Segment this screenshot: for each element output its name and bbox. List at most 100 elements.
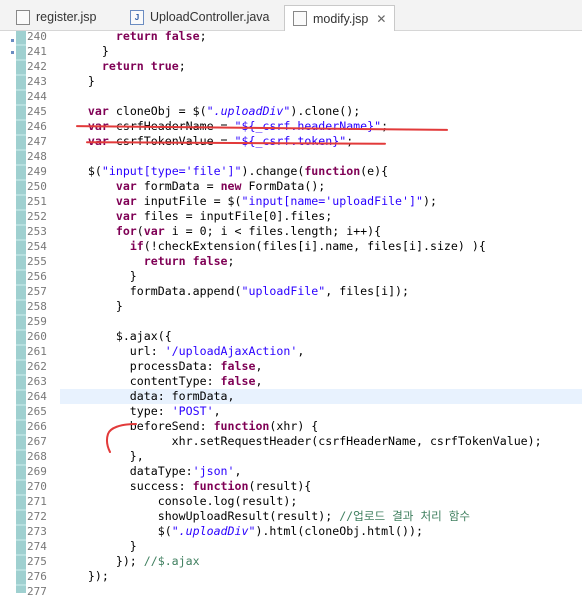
code-text: dataType:'json', — [60, 464, 242, 479]
code-token: (e){ — [360, 164, 389, 178]
code-line[interactable]: 271 console.log(result); — [0, 494, 582, 509]
code-line[interactable]: 261 url: '/uploadAjaxAction', — [0, 344, 582, 359]
code-text: showUploadResult(result); //업로드 결과 처리 함수 — [60, 509, 470, 524]
tab-register-jsp[interactable]: register.jsp — [8, 5, 104, 29]
code-line[interactable]: 240 return false; — [0, 29, 582, 44]
code-token: i = 0; i < files.length; i++){ — [164, 224, 382, 238]
code-line[interactable]: 255 return false; — [0, 254, 582, 269]
code-text: for(var i = 0; i < files.length; i++){ — [60, 224, 381, 239]
code-line[interactable]: 268 }, — [0, 449, 582, 464]
code-line[interactable]: 251 var inputFile = $("input[name='uploa… — [0, 194, 582, 209]
code-token: contentType: — [60, 374, 221, 388]
code-token: ".uploadDiv" — [171, 524, 256, 538]
code-token: false — [220, 359, 256, 373]
code-text: url: '/uploadAjaxAction', — [60, 344, 305, 359]
code-text: } — [60, 74, 95, 89]
line-number: 260 — [27, 330, 47, 343]
line-number: 242 — [27, 60, 47, 73]
code-token: false — [164, 29, 200, 43]
code-token: var — [115, 179, 137, 193]
line-number: 245 — [27, 105, 47, 118]
close-icon[interactable]: ✕ — [376, 12, 386, 26]
code-line[interactable]: 248 — [0, 149, 582, 164]
code-text: if(!checkExtension(files[i].name, files[… — [60, 239, 486, 254]
code-line[interactable]: 274 } — [0, 539, 582, 554]
line-number: 254 — [27, 240, 47, 253]
code-text: contentType: false, — [60, 374, 263, 389]
code-token: url: — [60, 344, 165, 358]
code-line[interactable]: 250 var formData = new FormData(); — [0, 179, 582, 194]
code-line[interactable]: 258 } — [0, 299, 582, 314]
tab-uploadcontroller-java[interactable]: J UploadController.java — [122, 5, 278, 29]
code-token: cloneObj = $( — [108, 104, 207, 118]
code-token: , — [255, 374, 263, 388]
code-token: ); — [422, 194, 437, 208]
code-line[interactable]: 241 } — [0, 44, 582, 59]
line-number: 276 — [27, 570, 47, 583]
code-token: (result){ — [248, 479, 312, 493]
code-line[interactable]: 265 type: 'POST', — [0, 404, 582, 419]
tab-label: register.jsp — [36, 10, 97, 24]
code-line[interactable]: 263 contentType: false, — [0, 374, 582, 389]
code-token: return — [101, 59, 144, 73]
line-number: 277 — [27, 585, 47, 598]
code-text: $.ajax({ — [60, 329, 172, 344]
code-line[interactable]: 244 — [0, 89, 582, 104]
java-file-icon: J — [130, 9, 144, 25]
line-number: 253 — [27, 225, 47, 238]
code-token: }); — [60, 569, 109, 583]
code-line[interactable]: 253 for(var i = 0; i < files.length; i++… — [0, 224, 582, 239]
line-number: 252 — [27, 210, 47, 223]
code-token: } — [60, 269, 137, 283]
line-number: 247 — [27, 135, 47, 148]
code-line[interactable]: 259 — [0, 314, 582, 329]
code-token: var — [115, 194, 137, 208]
code-line[interactable]: 264 data: formData, — [0, 389, 582, 404]
line-number: 257 — [27, 285, 47, 298]
line-number: 266 — [27, 420, 47, 433]
code-line[interactable]: 252 var files = inputFile[0].files; — [0, 209, 582, 224]
code-token: (!checkExtension(files[i].name, files[i]… — [143, 239, 486, 253]
tab-label: modify.jsp — [313, 11, 369, 26]
code-line[interactable]: 273 $(".uploadDiv").html(cloneObj.html()… — [0, 524, 582, 539]
line-number: 268 — [27, 450, 47, 463]
code-line[interactable]: 256 } — [0, 269, 582, 284]
code-token: return — [143, 254, 186, 268]
line-number: 240 — [27, 30, 47, 43]
code-line[interactable]: 242 return true; — [0, 59, 582, 74]
code-token: } — [60, 74, 95, 88]
code-text: success: function(result){ — [60, 479, 312, 494]
code-token: function — [213, 419, 270, 433]
tab-modify-jsp[interactable]: modify.jsp ✕ — [284, 5, 396, 31]
line-number: 246 — [27, 120, 47, 133]
code-line[interactable]: 254 if(!checkExtension(files[i].name, fi… — [0, 239, 582, 254]
code-line[interactable]: 262 processData: false, — [0, 359, 582, 374]
code-token: '/uploadAjaxAction' — [164, 344, 298, 358]
code-line[interactable]: 269 dataType:'json', — [0, 464, 582, 479]
code-line[interactable]: 245 var cloneObj = $(".uploadDiv").clone… — [0, 104, 582, 119]
code-line[interactable]: 267 xhr.setRequestHeader(csrfHeaderName,… — [0, 434, 582, 449]
code-line[interactable]: 277 — [0, 584, 582, 599]
line-number: 251 — [27, 195, 47, 208]
code-token: dataType: — [60, 464, 193, 478]
code-text: type: 'POST', — [60, 404, 221, 419]
code-line[interactable]: 275 }); //$.ajax — [0, 554, 582, 569]
code-line[interactable]: 260 $.ajax({ — [0, 329, 582, 344]
line-number: 267 — [27, 435, 47, 448]
code-text: formData.append("uploadFile", files[i]); — [60, 284, 409, 299]
code-line[interactable]: 249 $("input[type='file']").change(funct… — [0, 164, 582, 179]
code-line[interactable]: 276 }); — [0, 569, 582, 584]
code-line[interactable]: 270 success: function(result){ — [0, 479, 582, 494]
code-token: ".uploadDiv" — [206, 104, 291, 118]
code-line[interactable]: 266 beforeSend: function(xhr) { — [0, 419, 582, 434]
code-token: var — [87, 104, 109, 118]
line-number: 256 — [27, 270, 47, 283]
code-token: FormData(); — [241, 179, 326, 193]
code-line[interactable]: 272 showUploadResult(result); //업로드 결과 처… — [0, 509, 582, 524]
code-line[interactable]: 257 formData.append("uploadFile", files[… — [0, 284, 582, 299]
code-line[interactable]: 243 } — [0, 74, 582, 89]
